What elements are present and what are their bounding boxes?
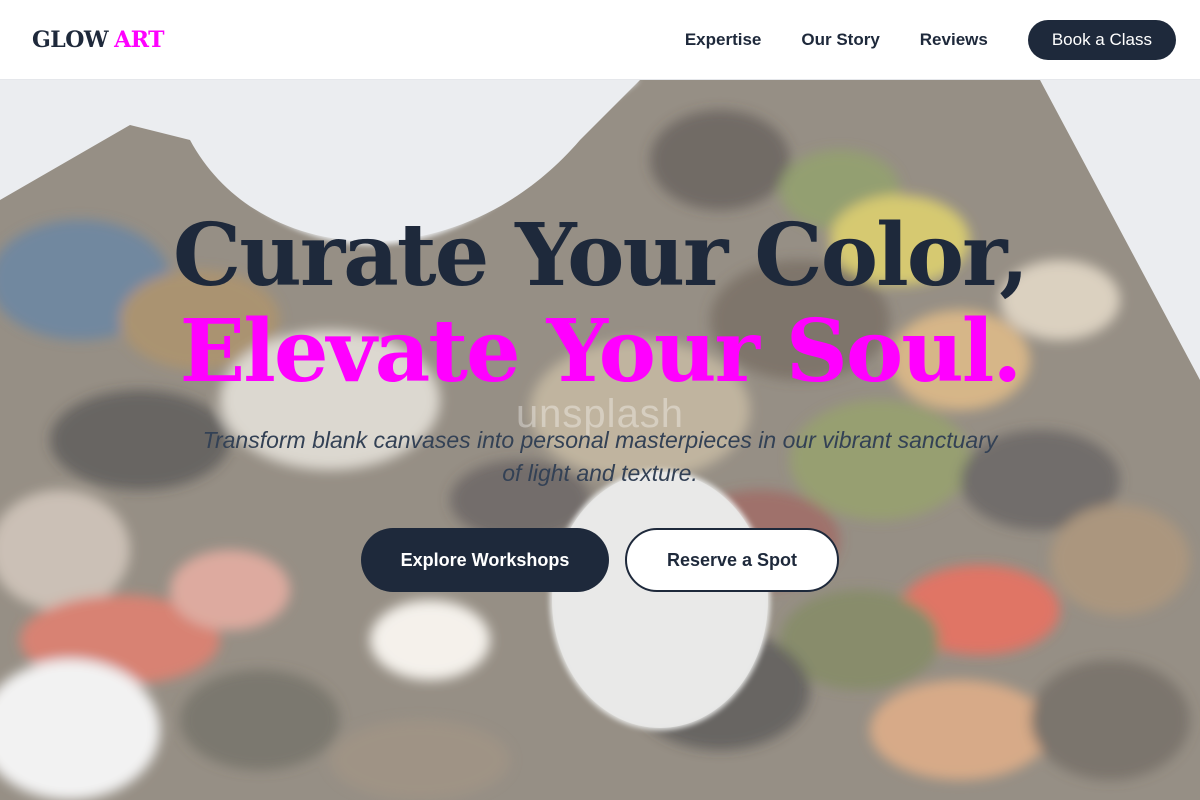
- hero-button-row: Explore Workshops Reserve a Spot: [0, 528, 1200, 592]
- book-a-class-button[interactable]: Book a Class: [1027, 19, 1176, 60]
- nav-link-reviews[interactable]: Reviews: [920, 30, 988, 50]
- hero-headline: Curate Your Color, Elevate Your Soul.: [0, 208, 1200, 400]
- headline-line-2: Elevate Your Soul.: [179, 301, 1023, 402]
- hero-subtitle: Transform blank canvases into personal m…: [202, 427, 998, 486]
- reserve-a-spot-button[interactable]: Reserve a Spot: [625, 528, 839, 592]
- explore-workshops-button[interactable]: Explore Workshops: [361, 528, 609, 592]
- headline-line-1: Curate Your Color,: [172, 205, 1029, 306]
- site-header: GLOW ART Expertise Our Story Reviews Book…: [0, 0, 1200, 80]
- logo[interactable]: GLOW ART: [32, 27, 164, 53]
- logo-text-art: ART: [114, 26, 164, 53]
- hero-section: Curate Your Color, Elevate Your Soul. un…: [0, 80, 1200, 800]
- logo-text-glow: GLOW: [32, 26, 109, 53]
- nav-link-expertise[interactable]: Expertise: [685, 30, 762, 50]
- main-nav: Expertise Our Story Reviews Book a Class: [685, 19, 1176, 60]
- nav-link-our-story[interactable]: Our Story: [801, 30, 879, 50]
